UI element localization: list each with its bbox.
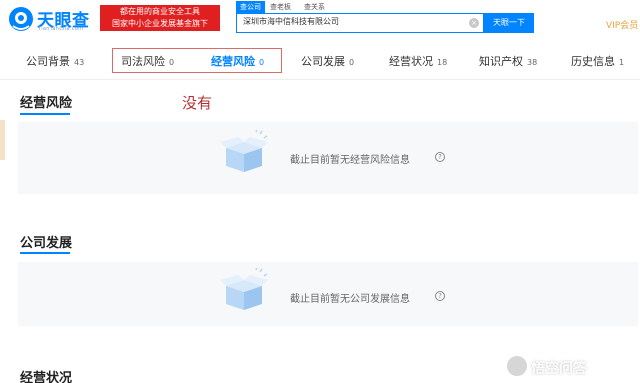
logo-subtext: TianYanCha.com bbox=[38, 26, 84, 32]
left-edge-strip bbox=[0, 120, 5, 160]
nav-tabs: 公司背景 43 司法风险 0 经营风险 0 公司发展 0 经营状况 18 知识产权 38 历… bbox=[0, 42, 640, 80]
ad-banner[interactable]: 都在用的商业安全工具 国家中小企业发展基金旗下 bbox=[100, 5, 220, 31]
empty-state-business-risk: 截止目前暂无经营风险信息 ? bbox=[18, 122, 638, 194]
tab-label: 公司背景 bbox=[26, 55, 70, 68]
section-title-company-development: 公司发展 bbox=[20, 236, 73, 251]
tab-count: 18 bbox=[437, 58, 448, 67]
empty-state-text: 截止目前暂无公司发展信息 bbox=[290, 294, 410, 305]
tab-count: 1 bbox=[619, 58, 625, 67]
watermark-icon bbox=[507, 356, 527, 376]
section-underline bbox=[20, 252, 70, 254]
header: 天眼查 TianYanCha.com 都在用的商业安全工具 国家中小企业发展基金… bbox=[0, 0, 640, 42]
tab-company-development[interactable]: 公司发展 0 bbox=[301, 53, 354, 69]
clear-icon[interactable]: × bbox=[469, 18, 479, 28]
ad-line-1: 都在用的商业安全工具 bbox=[120, 7, 200, 16]
tab-label: 知识产权 bbox=[479, 55, 523, 68]
tab-intellectual-property[interactable]: 知识产权 38 bbox=[479, 53, 537, 69]
logo-mark-icon bbox=[9, 7, 33, 31]
search-tab-relation[interactable]: 查关系 bbox=[304, 1, 325, 13]
annotation-highlight-box bbox=[112, 48, 282, 73]
empty-box-icon bbox=[220, 130, 268, 172]
help-icon[interactable]: ? bbox=[435, 152, 445, 162]
search-tab-boss[interactable]: 查老板 bbox=[270, 1, 291, 13]
tab-history[interactable]: 历史信息 1 bbox=[571, 53, 624, 69]
vip-link[interactable]: VIP会员 bbox=[606, 18, 638, 31]
tab-company-background[interactable]: 公司背景 43 bbox=[26, 53, 84, 69]
watermark-text: 悟空问答 bbox=[531, 361, 587, 377]
search-tab-company[interactable]: 查公司 bbox=[236, 1, 265, 13]
tab-label: 公司发展 bbox=[301, 55, 345, 68]
tab-label: 经营状况 bbox=[389, 55, 433, 68]
search-button[interactable]: 天眼一下 bbox=[484, 13, 534, 33]
search-input[interactable] bbox=[243, 17, 463, 26]
section-underline bbox=[20, 113, 70, 115]
tab-label: 历史信息 bbox=[571, 55, 615, 68]
empty-state-company-development: 截止目前暂无公司发展信息 ? bbox=[18, 262, 638, 326]
empty-state-text: 截止目前暂无经营风险信息 bbox=[290, 155, 410, 166]
logo[interactable]: 天眼查 TianYanCha.com bbox=[8, 4, 100, 34]
search-box: × bbox=[236, 13, 484, 33]
ad-line-2: 国家中小企业发展基金旗下 bbox=[112, 19, 208, 28]
annotation-text: 没有 bbox=[182, 94, 213, 112]
section-title-business-risk: 经营风险 bbox=[20, 96, 73, 111]
tab-count: 38 bbox=[527, 58, 538, 67]
tab-count: 43 bbox=[74, 58, 85, 67]
tab-count: 0 bbox=[349, 58, 355, 67]
section-title-business-status: 经营状况 bbox=[20, 371, 73, 383]
empty-box-icon bbox=[220, 268, 268, 310]
help-icon[interactable]: ? bbox=[435, 291, 445, 301]
tab-business-status[interactable]: 经营状况 18 bbox=[389, 53, 447, 69]
